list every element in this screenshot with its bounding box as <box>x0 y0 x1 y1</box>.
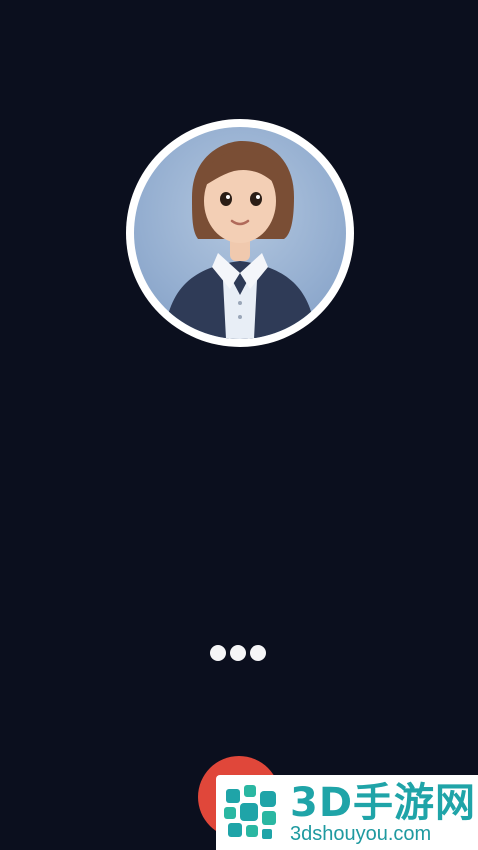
watermark-title: 3D手游网 <box>290 780 477 826</box>
avatar <box>134 127 346 339</box>
call-screen: 3D手游网 3dshouyou.com <box>0 0 478 850</box>
typing-dots-indicator <box>210 644 270 662</box>
typing-dot <box>250 645 266 661</box>
typing-dot <box>230 645 246 661</box>
avatar-frame <box>126 119 354 347</box>
person-avatar-icon <box>164 141 316 339</box>
watermark-logo-icon <box>224 785 276 839</box>
typing-dot <box>210 645 226 661</box>
watermark-banner: 3D手游网 3dshouyou.com <box>216 775 478 850</box>
watermark-url: 3dshouyou.com <box>290 823 432 845</box>
